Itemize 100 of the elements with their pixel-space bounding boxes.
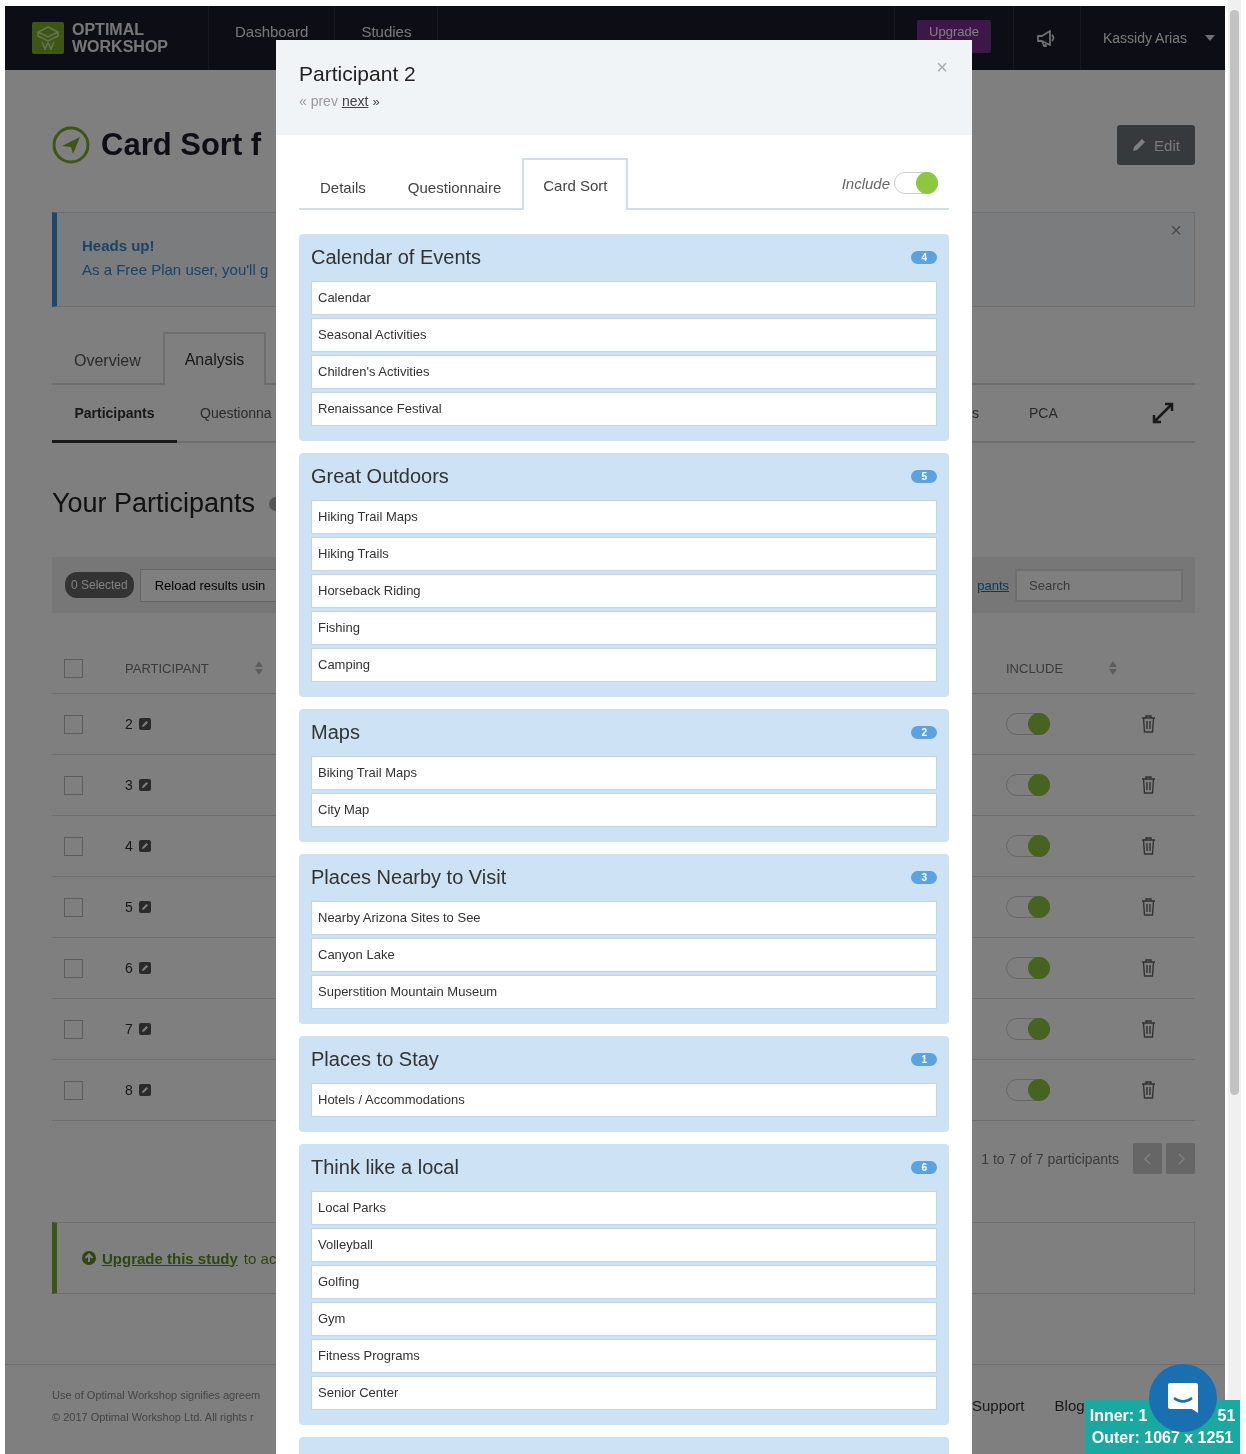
study-title: Card Sort f	[101, 127, 262, 163]
next-arrow: »	[372, 94, 380, 109]
participant-id[interactable]: 7	[125, 1021, 133, 1037]
logo-icon[interactable]	[32, 22, 64, 54]
section-heading: Your Participants	[52, 488, 256, 519]
caret-icon[interactable]	[1205, 35, 1215, 41]
tab[interactable]: Analysis	[162, 332, 267, 385]
alert-heading: Heads up!	[82, 237, 156, 254]
column-header[interactable]: PARTICIPANT	[125, 660, 209, 676]
previous-page-button[interactable]	[1133, 1143, 1162, 1174]
sub-tab[interactable]: s	[972, 385, 979, 443]
edit-icon[interactable]	[138, 840, 151, 852]
group-title: Calendar of Events	[311, 246, 482, 269]
edit-icon[interactable]	[138, 718, 151, 730]
sorted-card: City Map	[311, 793, 937, 827]
sorted-card: Senior Center	[311, 1376, 937, 1410]
upgrade-link[interactable]: Upgrade this study	[102, 1249, 238, 1267]
include-toggle[interactable]	[1006, 896, 1050, 918]
count-badge: 3	[911, 871, 937, 884]
upgrade-message: to ac	[243, 1249, 277, 1267]
participants-link[interactable]: pants	[977, 577, 1009, 593]
footer-text: © 2017 Optimal Workshop Ltd. All rights r	[52, 1411, 255, 1423]
include-label: Include	[841, 174, 890, 192]
sorted-card: Camping	[311, 648, 937, 682]
count-badge: 5	[911, 470, 937, 483]
group-title: Think like a local	[311, 1156, 459, 1179]
sorted-card: Renaissance Festival	[311, 392, 937, 426]
edit-icon[interactable]	[138, 962, 151, 974]
include-toggle[interactable]	[1006, 1018, 1050, 1040]
sorted-card: Golfing	[311, 1265, 937, 1299]
selected-count-badge: 0 Selected	[65, 572, 134, 598]
tab[interactable]: Details	[299, 162, 387, 210]
row-checkbox[interactable]	[64, 1080, 83, 1100]
sorted-card: Hiking Trails	[311, 537, 937, 571]
edit-icon[interactable]	[138, 901, 151, 913]
footer-link[interactable]: Blog	[1054, 1397, 1085, 1423]
search-field[interactable]: Search	[1015, 568, 1183, 602]
chevron-left-icon	[1143, 1152, 1152, 1165]
trash-icon[interactable]	[1141, 1020, 1156, 1038]
sorted-card: Children's Activities	[311, 355, 937, 389]
footer-link[interactable]: Support	[972, 1397, 1025, 1423]
edit-icon[interactable]	[138, 779, 151, 791]
sort-icon[interactable]	[254, 661, 263, 675]
include-toggle[interactable]	[1006, 835, 1050, 857]
alert-message: As a Free Plan user, you'll g	[82, 261, 269, 278]
trash-icon[interactable]	[1141, 898, 1156, 916]
edit-icon[interactable]	[138, 1023, 151, 1035]
trash-icon[interactable]	[1141, 1081, 1156, 1099]
group-title: Places to Stay	[311, 1048, 439, 1071]
trash-icon[interactable]	[1141, 776, 1156, 794]
user-menu[interactable]: Kassidy Arias	[1102, 30, 1187, 46]
tab[interactable]: Card Sort	[522, 158, 629, 210]
chat-bubble-icon	[1166, 1381, 1200, 1415]
row-checkbox[interactable]	[64, 958, 83, 978]
row-checkbox[interactable]	[64, 714, 83, 734]
participant-id[interactable]: 6	[125, 960, 133, 976]
sorted-card: Biking Trail Maps	[311, 756, 937, 790]
trash-icon[interactable]	[1141, 959, 1156, 977]
row-checkbox[interactable]	[64, 897, 83, 917]
row-checkbox[interactable]	[64, 775, 83, 795]
tab[interactable]: Overview	[52, 334, 163, 385]
sorted-card: Calendar	[311, 281, 937, 315]
logo-text[interactable]: OPTIMAL WORKSHOP	[72, 21, 182, 55]
next-page-button[interactable]	[1166, 1143, 1195, 1174]
next-link[interactable]: next	[341, 93, 369, 109]
sorted-card: Volleyball	[311, 1228, 937, 1262]
sorted-card: Seasonal Activities	[311, 318, 937, 352]
include-toggle[interactable]	[1006, 713, 1050, 735]
include-toggle[interactable]	[1006, 774, 1050, 796]
sorted-card: Local Parks	[311, 1191, 937, 1225]
sub-tab[interactable]: PCA	[1029, 385, 1058, 443]
upload-icon	[82, 1251, 96, 1265]
trash-icon[interactable]	[1141, 715, 1156, 733]
participant-id[interactable]: 2	[125, 716, 133, 732]
expand-icon[interactable]	[1151, 402, 1174, 424]
edit-button[interactable]: Edit	[1117, 125, 1195, 165]
count-badge: 1	[911, 1053, 937, 1066]
count-badge: 6	[911, 1161, 937, 1174]
participant-id[interactable]: 3	[125, 777, 133, 793]
row-checkbox[interactable]	[64, 836, 83, 856]
sub-tab[interactable]: Questionna	[177, 385, 295, 443]
edit-icon[interactable]	[138, 1084, 151, 1096]
select-all-checkbox[interactable]	[64, 658, 83, 678]
tab[interactable]: Questionnaire	[386, 162, 523, 210]
pencil-icon	[1132, 138, 1147, 152]
trash-icon[interactable]	[1141, 837, 1156, 855]
sub-tab[interactable]: Participants	[52, 385, 177, 443]
column-header[interactable]: INCLUDE	[1006, 660, 1064, 676]
participant-id[interactable]: 4	[125, 838, 133, 854]
include-toggle[interactable]	[1006, 1079, 1050, 1101]
sort-icon[interactable]	[1109, 661, 1118, 675]
inner-size-text: Inner: 1	[1089, 1407, 1148, 1425]
participant-id[interactable]: 5	[125, 899, 133, 915]
include-toggle[interactable]	[1006, 957, 1050, 979]
include-toggle[interactable]	[894, 172, 938, 194]
group-title: Places Nearby to Visit	[311, 866, 507, 889]
row-checkbox[interactable]	[64, 1019, 83, 1039]
sorted-card: Fitness Programs	[311, 1339, 937, 1373]
participant-id[interactable]: 8	[125, 1082, 133, 1098]
group-title: Maps	[311, 721, 360, 744]
